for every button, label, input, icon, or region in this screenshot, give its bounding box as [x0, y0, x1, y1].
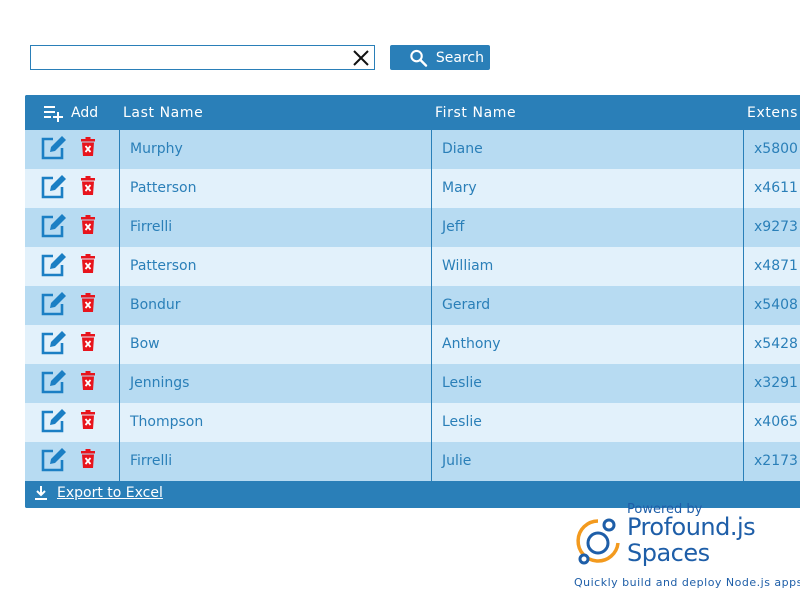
cell-last-name: Firrelli [130, 453, 173, 469]
row-actions [40, 252, 96, 278]
cell-first-name: Jeff [442, 219, 465, 235]
close-icon[interactable] [351, 48, 371, 68]
edit-icon[interactable] [40, 252, 68, 278]
row-actions [40, 369, 96, 395]
cell-first-name: Anthony [442, 336, 501, 352]
table-row[interactable]: Bondur Gerard x5408 [25, 286, 800, 325]
playlist-add-icon [44, 106, 63, 122]
edit-icon[interactable] [40, 174, 68, 200]
add-button-label: Add [71, 105, 99, 121]
column-divider [119, 130, 120, 481]
cell-first-name: Diane [442, 141, 483, 157]
grid-body: Murphy Diane x5800 Patterson Mary x4611 Firrel… [25, 130, 800, 481]
export-to-excel-link[interactable]: Export to Excel [33, 485, 163, 501]
trash-icon[interactable] [80, 371, 96, 391]
download-icon [35, 486, 47, 500]
cell-extension: x5428 [754, 336, 798, 352]
cell-extension: x5408 [754, 297, 798, 313]
cell-first-name: Leslie [442, 414, 482, 430]
edit-icon[interactable] [40, 369, 68, 395]
cell-last-name: Murphy [130, 141, 183, 157]
table-row[interactable]: Murphy Diane x5800 [25, 130, 800, 169]
table-row[interactable]: Bow Anthony x5428 [25, 325, 800, 364]
edit-icon[interactable] [40, 447, 68, 473]
cell-last-name: Bondur [130, 297, 181, 313]
search-field[interactable] [30, 45, 375, 70]
trash-icon[interactable] [80, 254, 96, 274]
row-actions [40, 135, 96, 161]
cell-last-name: Thompson [130, 414, 204, 430]
search-input[interactable] [35, 48, 345, 67]
table-row[interactable]: Firrelli Julie x2173 [25, 442, 800, 481]
cell-extension: x4871 [754, 258, 798, 274]
row-actions [40, 291, 96, 317]
row-actions [40, 330, 96, 356]
cell-last-name: Patterson [130, 180, 197, 196]
cell-first-name: Julie [442, 453, 472, 469]
search-button[interactable]: Search [390, 45, 490, 70]
table-row[interactable]: Firrelli Jeff x9273 [25, 208, 800, 247]
cell-extension: x3291 [754, 375, 798, 391]
trash-icon[interactable] [80, 332, 96, 352]
tagline: Quickly build and deploy Node.js apps [574, 576, 800, 589]
row-actions [40, 174, 96, 200]
trash-icon[interactable] [80, 449, 96, 469]
magnifier-icon [410, 49, 428, 67]
cell-extension: x4065 [754, 414, 798, 430]
trash-icon[interactable] [80, 137, 96, 157]
table-row[interactable]: Patterson William x4871 [25, 247, 800, 286]
edit-icon[interactable] [40, 213, 68, 239]
edit-icon[interactable] [40, 330, 68, 356]
table-row[interactable]: Thompson Leslie x4065 [25, 403, 800, 442]
grid-header: Add Last Name First Name Extens [25, 95, 800, 130]
column-divider [431, 130, 432, 481]
column-header-extension[interactable]: Extens [747, 105, 798, 121]
row-actions [40, 447, 96, 473]
table-row[interactable]: Patterson Mary x4611 [25, 169, 800, 208]
column-header-first-name[interactable]: First Name [435, 105, 516, 121]
cell-last-name: Firrelli [130, 219, 173, 235]
profoundjs-logo [576, 518, 620, 565]
trash-icon[interactable] [80, 176, 96, 196]
branding: Powered by Profound.js Spaces Quickly bu… [572, 500, 800, 600]
trash-icon[interactable] [80, 293, 96, 313]
row-actions [40, 408, 96, 434]
cell-extension: x2173 [754, 453, 798, 469]
edit-icon[interactable] [40, 135, 68, 161]
cell-extension: x9273 [754, 219, 798, 235]
product-name-line2: Spaces [627, 539, 710, 567]
export-label: Export to Excel [57, 485, 163, 501]
edit-icon[interactable] [40, 408, 68, 434]
cell-first-name: Mary [442, 180, 477, 196]
add-button[interactable]: Add [43, 103, 98, 123]
cell-last-name: Bow [130, 336, 160, 352]
cell-first-name: William [442, 258, 494, 274]
cell-last-name: Patterson [130, 258, 197, 274]
product-name: Profound.js [627, 513, 756, 541]
employee-grid: Add Last Name First Name Extens Murphy Di… [25, 95, 800, 508]
column-header-last-name[interactable]: Last Name [123, 105, 203, 121]
cell-last-name: Jennings [130, 375, 190, 391]
cell-extension: x4611 [754, 180, 798, 196]
row-actions [40, 213, 96, 239]
column-divider [743, 130, 744, 481]
cell-extension: x5800 [754, 141, 798, 157]
search-button-label: Search [435, 49, 484, 66]
cell-first-name: Leslie [442, 375, 482, 391]
trash-icon[interactable] [80, 410, 96, 430]
edit-icon[interactable] [40, 291, 68, 317]
cell-first-name: Gerard [442, 297, 491, 313]
trash-icon[interactable] [80, 215, 96, 235]
table-row[interactable]: Jennings Leslie x3291 [25, 364, 800, 403]
